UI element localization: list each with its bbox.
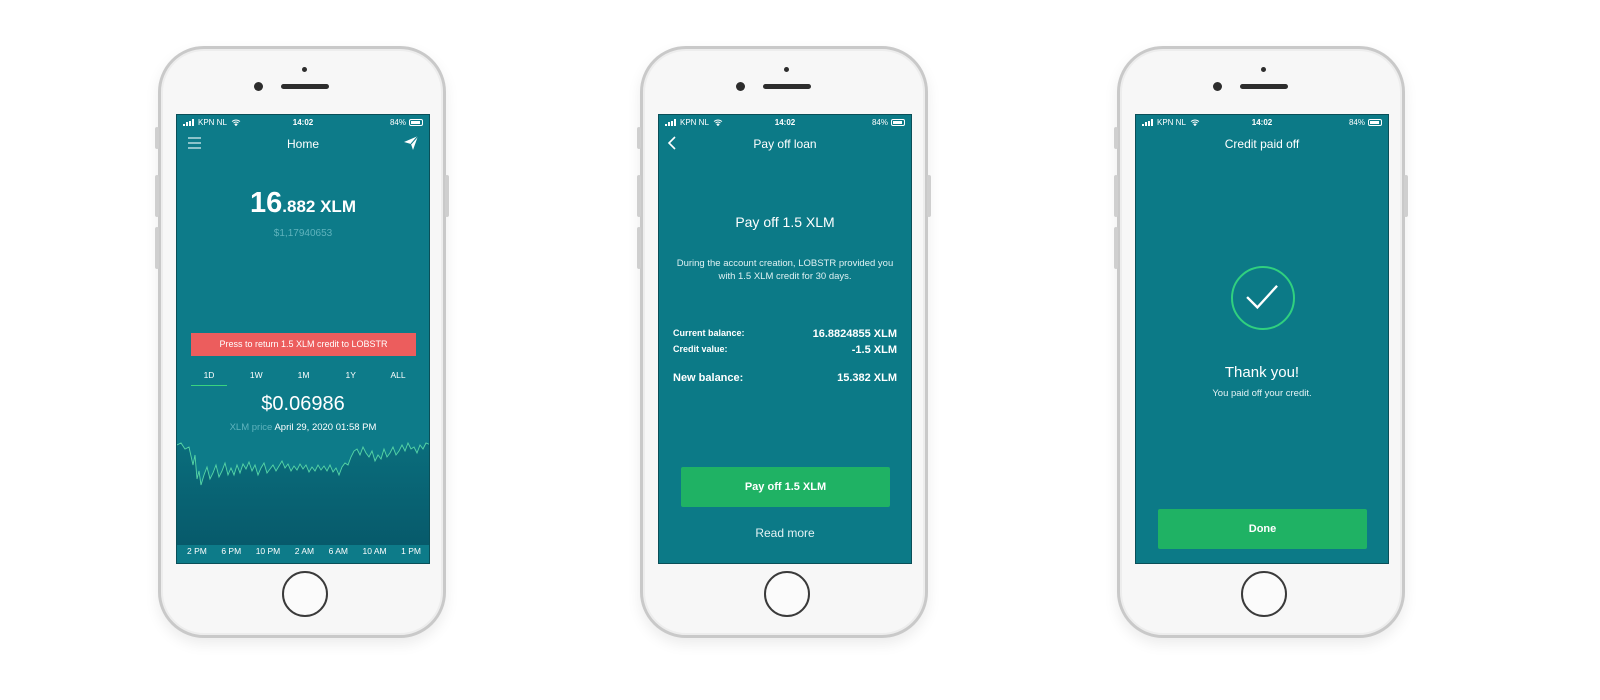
balance-display: 16.882 XLM <box>177 187 429 220</box>
battery-percent: 84% <box>1348 118 1365 127</box>
new-balance-value: 15.382 XLM <box>837 372 897 384</box>
send-icon[interactable] <box>403 135 419 151</box>
paid-off-message: You paid off your credit. <box>1212 388 1312 399</box>
battery-icon <box>409 119 423 126</box>
home-button[interactable] <box>764 571 810 617</box>
proximity-sensor <box>1261 67 1266 72</box>
balance-integer: 16 <box>250 187 283 219</box>
credit-value-label: Credit value: <box>673 344 728 354</box>
price-chart[interactable] <box>177 435 430 545</box>
current-balance-label: Current balance: <box>673 328 745 338</box>
time-tick: 2 AM <box>294 546 315 556</box>
page-title: Credit paid off <box>1224 137 1300 151</box>
pay-off-heading: Pay off 1.5 XLM <box>735 214 835 230</box>
status-time: 14:02 <box>1251 118 1273 127</box>
battery-percent: 84% <box>389 118 406 127</box>
range-tabs: 1D 1W 1M 1Y ALL <box>191 370 416 386</box>
current-balance-value: 16.8824855 XLM <box>812 328 897 340</box>
time-tick: 6 PM <box>221 546 242 556</box>
battery-icon <box>891 119 905 126</box>
earpiece-speaker <box>281 84 329 89</box>
thank-you-heading: Thank you! <box>1224 364 1300 381</box>
xlm-price: $0.06986 <box>261 393 345 415</box>
time-tick: 10 AM <box>362 546 387 556</box>
pay-off-loan-screen: KPN NL 14:02 84% Pay off loan Pay off 1.… <box>658 114 912 564</box>
pay-off-button[interactable]: Pay off 1.5 XLM <box>681 467 890 507</box>
tab-1m[interactable]: 1M <box>286 370 322 386</box>
battery-percent: 84% <box>871 118 888 127</box>
proximity-sensor <box>302 67 307 72</box>
volume-down-button <box>155 227 159 269</box>
new-balance-label: New balance: <box>673 372 744 384</box>
power-button <box>445 175 449 217</box>
success-circle <box>1231 266 1295 330</box>
mute-switch <box>155 127 159 149</box>
status-bar: KPN NL 14:02 84% <box>665 118 905 129</box>
credit-paid-off-screen: KPN NL 14:02 84% Credit paid off Thank y… <box>1135 114 1389 564</box>
earpiece-speaker <box>1240 84 1288 89</box>
return-credit-banner[interactable]: Press to return 1.5 XLM credit to LOBSTR <box>191 333 416 356</box>
mute-switch <box>1114 127 1118 149</box>
time-tick: 1 PM <box>401 546 421 556</box>
time-tick: 10 PM <box>255 546 281 556</box>
credit-description: During the account creation, LOBSTR prov… <box>676 258 894 282</box>
front-camera <box>1213 82 1222 91</box>
tab-1d[interactable]: 1D <box>191 370 227 386</box>
price-label: XLM price <box>229 422 273 433</box>
front-camera <box>736 82 745 91</box>
time-tick: 6 AM <box>328 546 349 556</box>
price-date: April 29, 2020 01:58 PM <box>274 422 377 433</box>
battery-icon <box>1368 119 1382 126</box>
done-button[interactable]: Done <box>1158 509 1367 549</box>
volume-up-button <box>1114 175 1118 217</box>
mute-switch <box>637 127 641 149</box>
front-camera <box>254 82 263 91</box>
current-balance-row: Current balance: 16.8824855 XLM <box>673 328 897 340</box>
page-title: Pay off loan <box>753 137 817 151</box>
balance-fraction: .882 XLM <box>282 197 356 216</box>
status-bar: KPN NL 14:02 84% <box>1142 118 1382 129</box>
balance-usd: $1,17940653 <box>273 228 333 239</box>
read-more-link[interactable]: Read more <box>659 526 911 540</box>
tab-1w[interactable]: 1W <box>238 370 274 386</box>
volume-up-button <box>637 175 641 217</box>
price-caption: XLM price April 29, 2020 01:58 PM <box>177 422 429 433</box>
earpiece-speaker <box>763 84 811 89</box>
check-icon <box>1246 285 1278 310</box>
new-balance-row: New balance: 15.382 XLM <box>673 372 897 384</box>
price-chart-area <box>177 443 429 545</box>
proximity-sensor <box>784 67 789 72</box>
phone-pay-off-loan: KPN NL 14:02 84% Pay off loan Pay off 1.… <box>637 46 931 638</box>
status-time: 14:02 <box>774 118 796 127</box>
credit-value-row: Credit value: -1.5 XLM <box>673 344 897 356</box>
tab-all[interactable]: ALL <box>380 370 416 386</box>
status-bar: KPN NL 14:02 84% <box>183 118 423 129</box>
phone-credit-paid-off: KPN NL 14:02 84% Credit paid off Thank y… <box>1114 46 1408 638</box>
home-button[interactable] <box>282 571 328 617</box>
credit-value: -1.5 XLM <box>851 344 897 356</box>
power-button <box>1404 175 1408 217</box>
tab-1y[interactable]: 1Y <box>333 370 369 386</box>
time-tick: 2 PM <box>187 546 207 556</box>
chart-time-axis: 2 PM 6 PM 10 PM 2 AM 6 AM 10 AM 1 PM <box>187 546 421 556</box>
volume-up-button <box>155 175 159 217</box>
volume-down-button <box>1114 227 1118 269</box>
volume-down-button <box>637 227 641 269</box>
home-button[interactable] <box>1241 571 1287 617</box>
phone-home: KPN NL 14:02 84% Home 16.882 XLM $1,1794… <box>155 46 449 638</box>
home-screen: KPN NL 14:02 84% Home 16.882 XLM $1,1794… <box>176 114 430 564</box>
page-title: Home <box>286 137 319 151</box>
status-time: 14:02 <box>292 118 314 127</box>
power-button <box>927 175 931 217</box>
